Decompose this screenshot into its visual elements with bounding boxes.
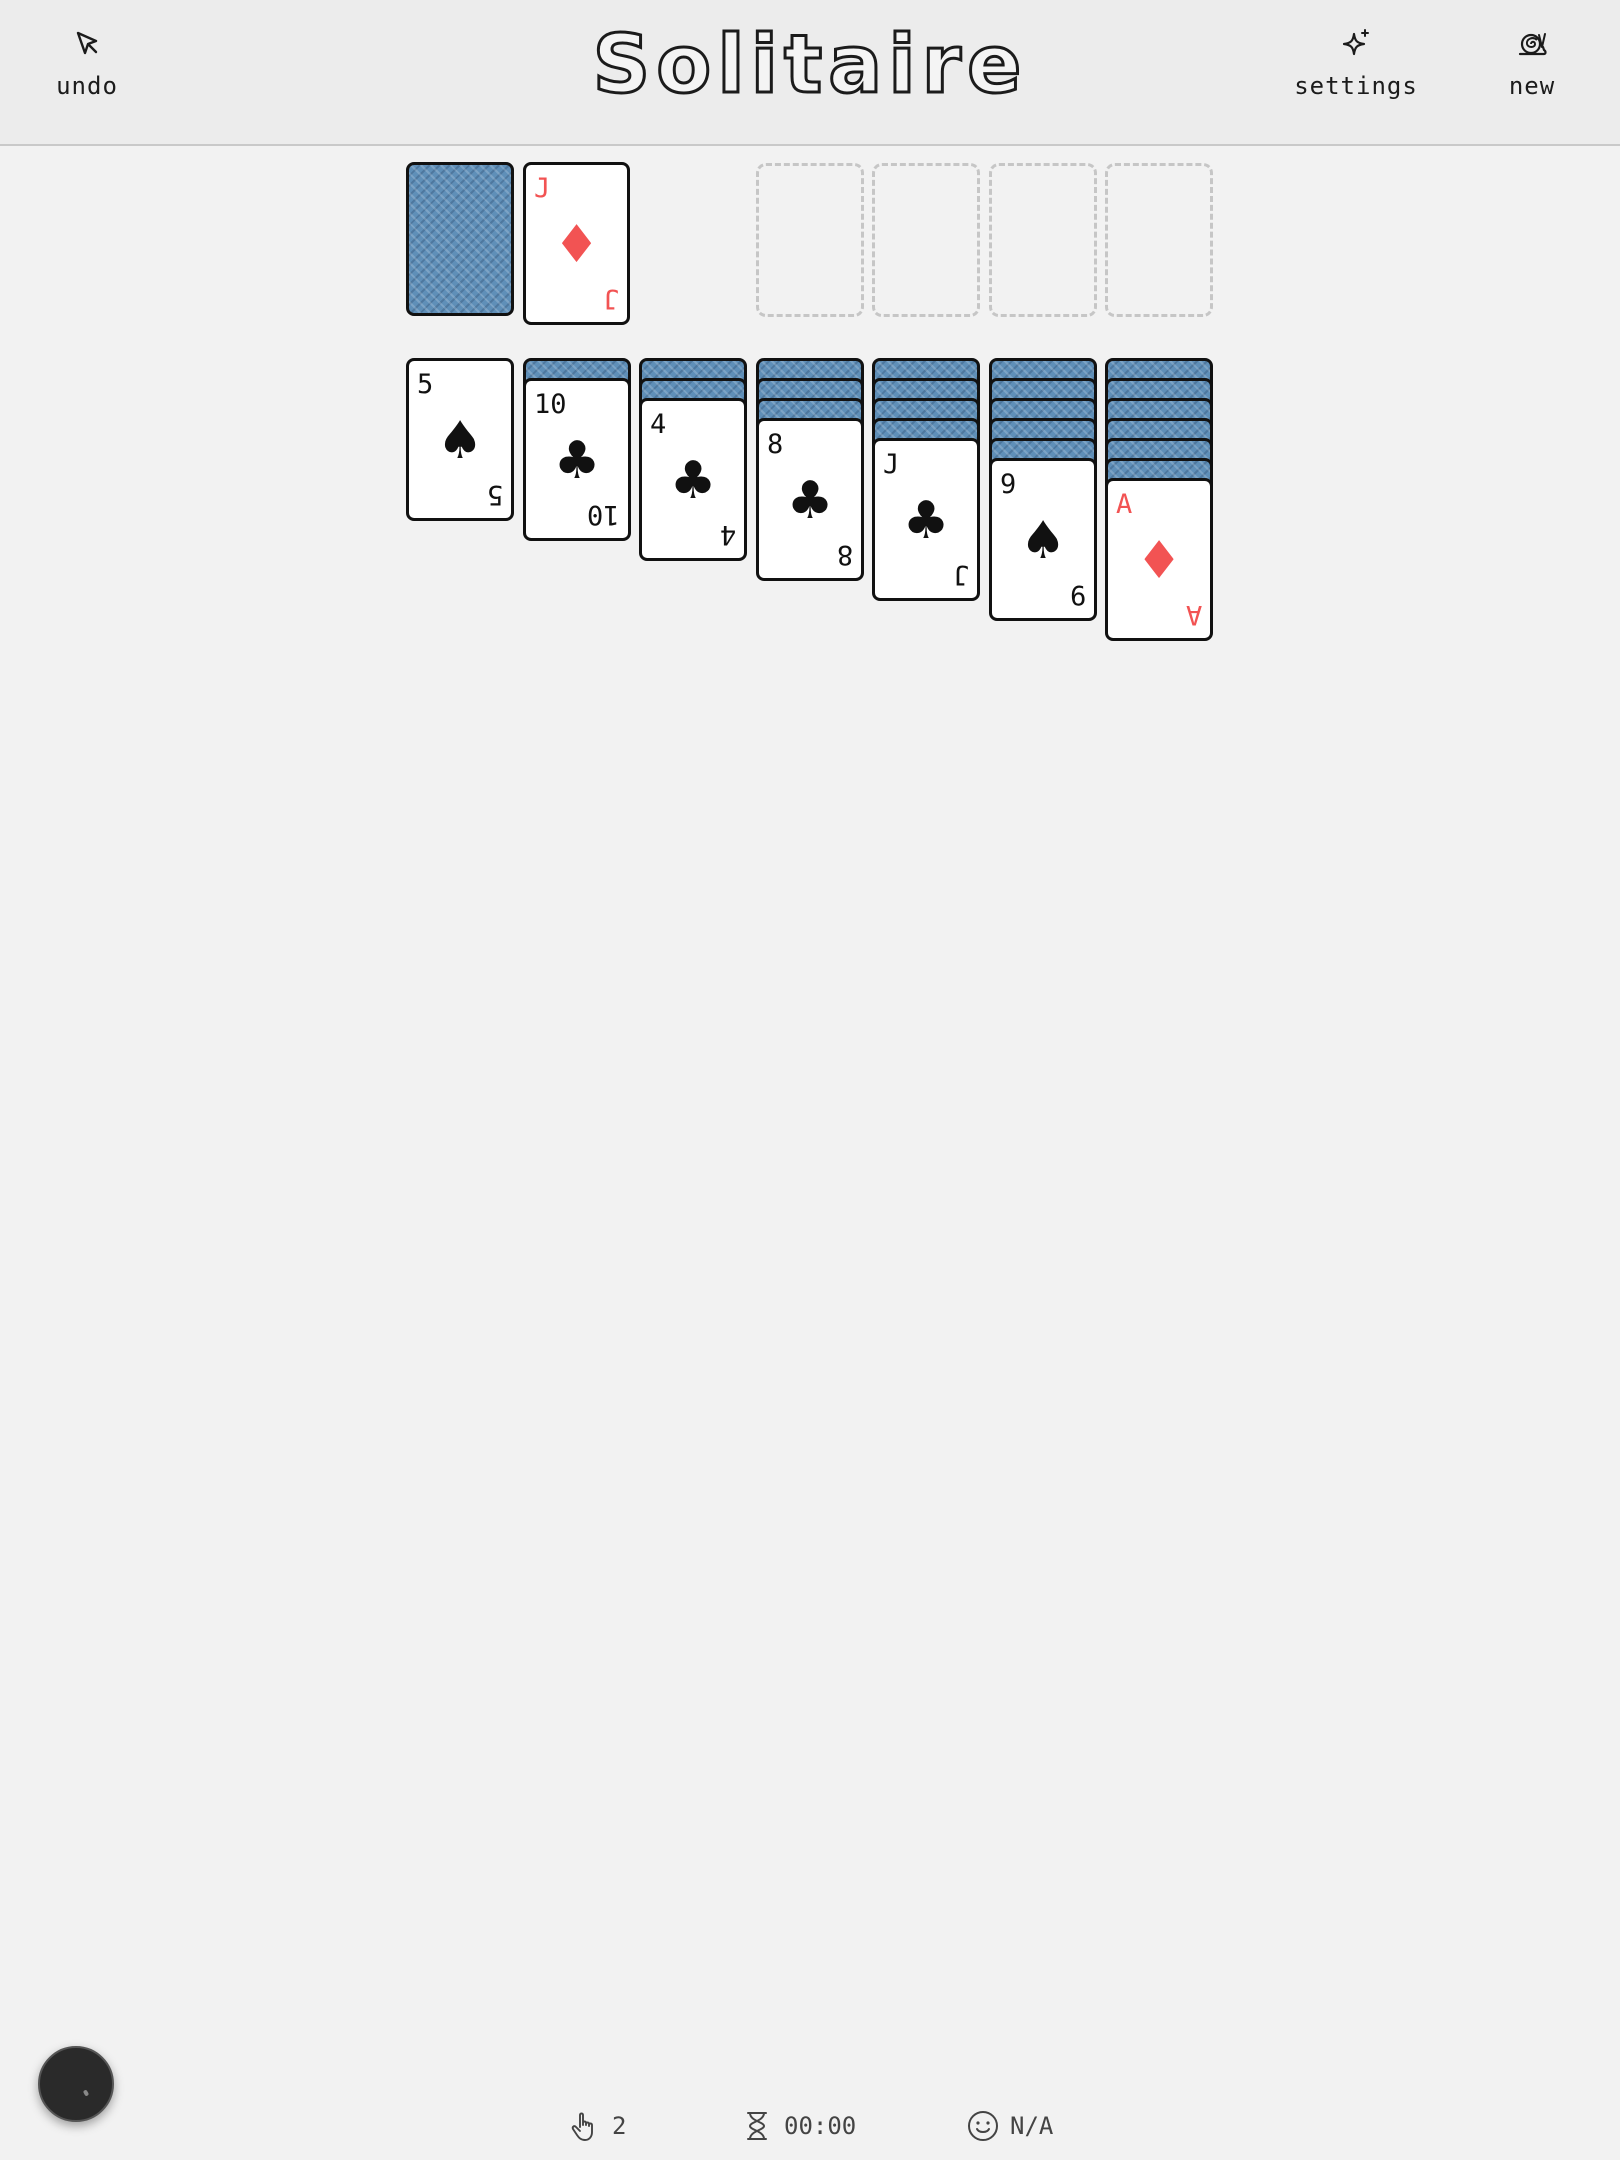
foundation-slot[interactable] <box>872 163 980 317</box>
card-rank: 9 <box>1069 579 1086 610</box>
floating-menu-button[interactable] <box>38 2046 114 2122</box>
snail-icon <box>1518 33 1547 56</box>
card-rank: 10 <box>587 499 620 530</box>
card-rank: 8 <box>767 429 784 460</box>
card-rank: 5 <box>486 479 503 510</box>
tableau-card[interactable]: 5 ♠ 5 <box>406 358 514 521</box>
card-suit-icon: ♠ <box>1019 511 1067 571</box>
tableau-card[interactable]: J ♣ J <box>872 438 980 601</box>
card-suit-icon: ♣ <box>902 491 950 551</box>
settings-button[interactable]: settings <box>1291 26 1421 116</box>
hand-pointer-icon <box>571 2112 593 2141</box>
score-value: N/A <box>1010 2112 1054 2140</box>
tableau-card[interactable]: 9 ♠ 9 <box>989 458 1097 621</box>
new-label: new <box>1508 72 1556 100</box>
card-rank: A <box>1185 599 1202 630</box>
settings-label: settings <box>1294 72 1418 100</box>
card-rank: 8 <box>836 539 853 570</box>
tableau-card[interactable]: 8 ♣ 8 <box>756 418 864 581</box>
new-game-button[interactable]: new <box>1467 26 1597 116</box>
card-rank: J <box>534 173 551 204</box>
moves-counter: 2 <box>568 2106 626 2146</box>
waste-card[interactable]: J ♦ J <box>523 162 630 325</box>
card-suit-icon: ♦ <box>1135 531 1183 591</box>
card-rank: 5 <box>417 369 434 400</box>
foundation-slot[interactable] <box>989 163 1097 317</box>
top-toolbar: undo Solitaire settings new <box>0 0 1620 146</box>
moves-value: 2 <box>612 2112 627 2140</box>
card-rank: 10 <box>534 389 567 420</box>
card-rank: 4 <box>650 409 667 440</box>
foundation-slot[interactable] <box>756 163 864 317</box>
tableau-card[interactable]: A ♦ A <box>1105 478 1213 641</box>
tableau-card[interactable]: 10 ♣ 10 <box>523 378 631 541</box>
card-rank: A <box>1116 489 1133 520</box>
hourglass-icon <box>747 2112 767 2140</box>
card-rank: 9 <box>1000 469 1017 500</box>
dot-icon <box>82 2089 90 2097</box>
card-rank: J <box>883 449 900 480</box>
foundation-slot[interactable] <box>1105 163 1213 317</box>
card-rank: J <box>952 559 969 590</box>
card-suit-icon: ♦ <box>553 215 600 275</box>
card-suit-icon: ♣ <box>669 451 717 511</box>
card-suit-icon: ♣ <box>786 471 834 531</box>
card-suit-icon: ♠ <box>436 411 484 471</box>
card-rank: J <box>602 283 619 314</box>
tableau-card[interactable]: 4 ♣ 4 <box>639 398 747 561</box>
stock-pile[interactable] <box>406 162 514 316</box>
time-value: 00:00 <box>784 2112 857 2140</box>
smiley-icon <box>968 2111 998 2141</box>
card-suit-icon: ♣ <box>553 431 601 491</box>
score: N/A <box>966 2106 1053 2146</box>
timer: 00:00 <box>740 2106 856 2146</box>
sparkles-icon <box>1342 29 1369 56</box>
card-rank: 4 <box>719 519 736 550</box>
